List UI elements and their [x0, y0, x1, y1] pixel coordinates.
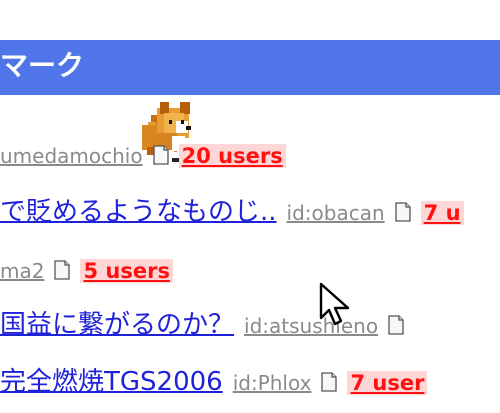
user-link[interactable]: ma2 [0, 260, 44, 282]
mouse-pointer-icon [319, 282, 350, 326]
bookmark-row-2: で貶めるようなものじ.. id:obacan 7 u [0, 197, 464, 227]
bookmark-title-link[interactable]: で貶めるようなものじ.. [0, 197, 277, 227]
document-icon[interactable] [321, 372, 338, 392]
user-link[interactable]: id:atsushieno [244, 315, 378, 337]
bookmark-title-link[interactable]: 国益に繋がるのか？ [0, 310, 234, 340]
user-link[interactable]: umedamochio [0, 145, 143, 167]
user-link[interactable]: id:obacan [287, 202, 385, 224]
bookmark-row-5: 完全燃焼TGS2006 id:Phlox 7 user [0, 367, 428, 397]
users-count-link[interactable]: 7 u [420, 201, 464, 225]
bookmark-row-1: umedamochio 20 users [0, 143, 286, 168]
bookmark-title-link[interactable]: 完全燃焼TGS2006 [0, 367, 223, 397]
page: マーク umedamochio 20 users で貶めるようなものじ.. id… [0, 0, 500, 413]
bookmark-row-3: ma2 5 users [0, 258, 173, 283]
users-count-link[interactable]: 7 user [347, 371, 428, 395]
header-title: マーク [0, 49, 85, 82]
document-icon[interactable] [388, 315, 404, 335]
users-count-link[interactable]: 20 users [178, 144, 286, 168]
document-icon[interactable] [152, 145, 169, 165]
document-icon[interactable] [54, 260, 71, 280]
document-icon[interactable] [394, 202, 411, 222]
users-count-link[interactable]: 5 users [80, 259, 173, 283]
user-link[interactable]: id:Phlox [233, 372, 312, 394]
